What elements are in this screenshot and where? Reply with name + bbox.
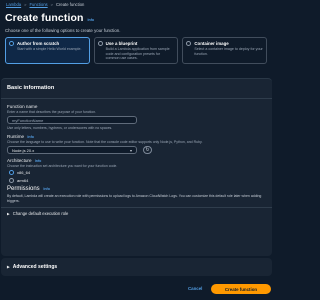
breadcrumb-functions[interactable]: Functions [29,2,47,7]
page-header: Create function Info [5,12,94,24]
option-use-blueprint[interactable]: Use a blueprint Build a Lambda applicati… [93,37,179,64]
architecture-label-text: Architecture [7,158,32,163]
architecture-option-x86[interactable]: x86_64 [9,170,30,175]
info-link[interactable]: Info [88,18,95,22]
page-title: Create function [5,12,84,24]
info-link[interactable]: Info [35,159,42,163]
breadcrumb-lambda[interactable]: Lambda [6,2,21,7]
architecture-option-arm64[interactable]: arm64 [9,178,28,183]
expander-label: Advanced settings [12,264,58,270]
function-name-hint: Use only letters, numbers, hyphens, or u… [7,126,113,130]
radio-selected-icon[interactable] [9,41,14,46]
option-description: Start with a simple Hello World example. [17,47,82,51]
breadcrumb: Lambda > Functions > Create function [6,2,84,7]
creation-options: Author from scratch Start with a simple … [5,37,268,64]
advanced-settings-expander[interactable]: ▶ Advanced settings [7,264,57,270]
architecture-description: Choose the instruction set architecture … [7,164,118,168]
function-name-label: Function name [7,104,38,109]
option-label: Use a blueprint [105,41,138,46]
option-author-from-scratch[interactable]: Author from scratch Start with a simple … [5,37,90,64]
runtime-label: Runtime Info [7,134,34,139]
page-subtitle: Choose one of the following options to c… [5,28,121,33]
permissions-header: Permissions Info [7,186,50,192]
divider [1,207,272,208]
radio-icon[interactable] [9,178,14,183]
info-link[interactable]: Info [43,187,50,191]
function-name-input[interactable]: myFunctionName [7,116,137,124]
radio-icon[interactable] [97,41,103,46]
basic-information-panel: Basic information Function name Enter a … [1,78,272,256]
caret-down-icon: ▾ [129,147,132,153]
refresh-button[interactable]: ↻ [143,146,152,154]
caret-right-icon: ▶ [7,211,10,216]
option-container-image[interactable]: Container image Select a container image… [182,37,268,64]
radio-icon[interactable] [186,41,192,46]
breadcrumb-current: Create function [55,2,85,7]
refresh-icon: ↻ [145,147,150,153]
option-label: Container image [194,41,229,46]
panel-header: Basic information [7,85,55,91]
caret-right-icon: ▶ [7,265,10,269]
advanced-settings-panel[interactable]: ▶ Advanced settings [1,258,272,276]
create-function-button[interactable]: Create function [211,284,271,294]
runtime-description: Choose the language to use to write your… [7,140,203,144]
option-description: Select a container image to deploy for y… [194,47,263,56]
create-function-label: Create function [224,286,258,292]
option-description: Build a Lambda application from sample c… [105,47,170,61]
permissions-title: Permissions [7,186,40,192]
execution-role-expander[interactable]: ▶ Change default execution role [7,211,68,216]
form-footer: Cancel Create function [0,284,273,296]
divider [1,98,272,99]
architecture-option-label: x86_64 [17,170,31,175]
function-name-description: Enter a name that describes the purpose … [7,110,97,114]
info-link[interactable]: Info [27,135,34,139]
chevron-right-icon: > [50,2,53,7]
radio-selected-icon[interactable] [9,170,14,175]
architecture-label: Architecture Info [7,158,41,163]
runtime-select[interactable]: Node.js 20.x ▾ [7,146,137,154]
chevron-right-icon: > [24,2,27,7]
option-label: Author from scratch [17,41,60,46]
runtime-value: Node.js 20.x [12,148,35,153]
permissions-description: By default, Lambda will create an execut… [7,194,262,203]
architecture-option-label: arm64 [17,178,29,183]
runtime-label-text: Runtime [7,134,25,139]
expander-label: Change default execution role [12,211,69,216]
cancel-button[interactable]: Cancel [188,286,202,291]
